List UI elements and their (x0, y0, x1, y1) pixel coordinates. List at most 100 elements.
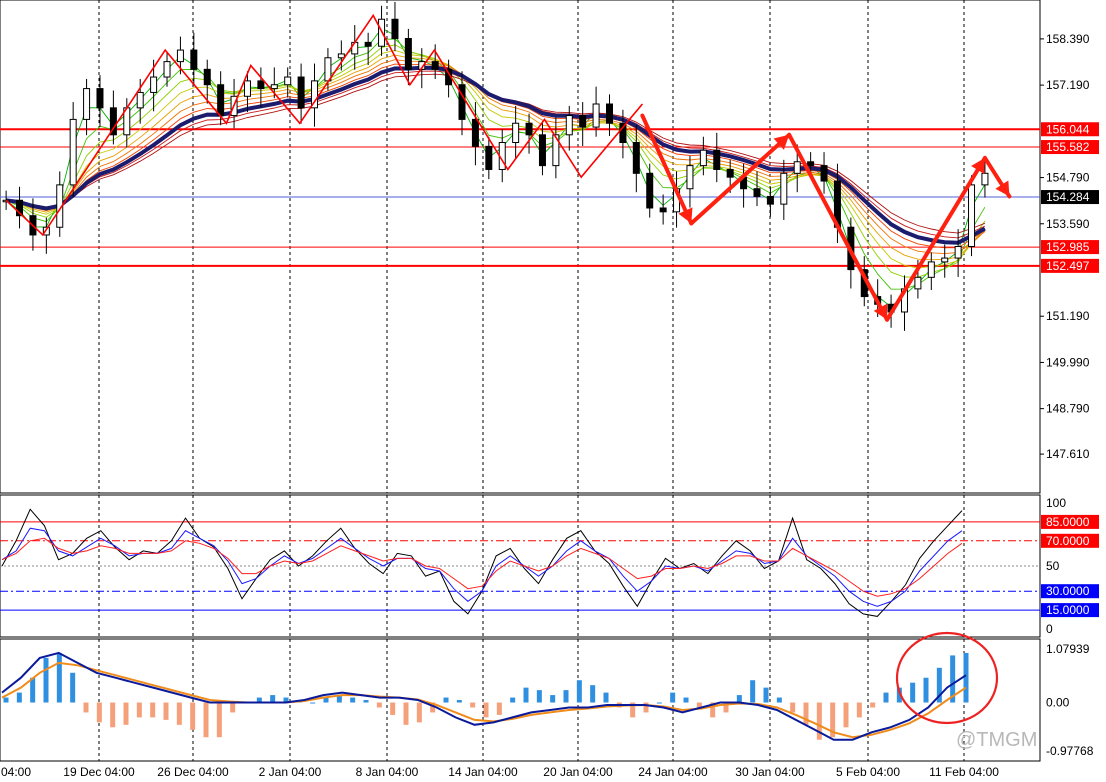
candle-body (404, 38, 412, 70)
candle-body (512, 122, 520, 144)
macd-histogram-bar (270, 695, 276, 703)
candle-body (981, 172, 989, 186)
macd-histogram-bar (776, 697, 782, 703)
candle-body (243, 80, 251, 97)
level-label: 155.582 (1046, 140, 1090, 154)
candle-body (364, 41, 372, 47)
macd-histogram-bar (16, 692, 22, 703)
macd-histogram-bar (843, 702, 849, 728)
macd-histogram-bar (363, 700, 369, 703)
macd-histogram-bar (176, 702, 182, 725)
x-tick-label: 24 Jan 04:00 (638, 765, 708, 779)
watermark: @TMGM (956, 729, 1037, 751)
candle-body (592, 103, 600, 128)
candle-body (807, 161, 815, 167)
candle-body (565, 115, 573, 136)
candle-body (646, 172, 654, 209)
stoch-level-label: 70.0000 (1046, 534, 1090, 548)
macd-histogram-bar (110, 702, 116, 728)
candle-body (190, 49, 198, 70)
macd-histogram-bar (70, 672, 76, 703)
macd-histogram-bar (923, 677, 929, 703)
macd-histogram-bar (390, 702, 396, 715)
level-label: 152.985 (1046, 240, 1090, 254)
macd-histogram-bar (456, 700, 462, 703)
price-panel[interactable] (0, 0, 1041, 494)
macd-histogram-bar (750, 680, 756, 703)
candle-body (579, 115, 587, 128)
macd-histogram-bar (910, 682, 916, 703)
time-axis: 04:00 19 Dec 04:00 26 Dec 04:00 2 Jan 04:00… (1, 765, 999, 779)
y-tick-label: 157.190 (1046, 78, 1090, 92)
macd-tick-label: -0.97768 (1046, 744, 1094, 758)
candle-body (686, 165, 694, 190)
macd-tick-label: 0.00 (1046, 696, 1070, 710)
candle-body (351, 41, 359, 55)
candle-body (726, 168, 734, 178)
macd-histogram-bar (683, 697, 689, 703)
candle-body (606, 103, 614, 124)
stoch-level-label: 15.0000 (1046, 603, 1090, 617)
macd-histogram-bar (350, 697, 356, 703)
macd-histogram-bar (576, 680, 582, 703)
x-tick-label: 5 Feb 04:00 (836, 765, 900, 779)
candle-body (753, 188, 761, 197)
macd-histogram-bar (443, 697, 449, 703)
macd-histogram-bar (510, 697, 516, 703)
macd-histogram-bar (163, 702, 169, 720)
x-tick-label: 20 Jan 04:00 (543, 765, 613, 779)
level-label: 152.497 (1046, 259, 1090, 273)
x-tick-label: 04:00 (1, 765, 31, 779)
macd-histogram-bar (470, 702, 476, 708)
x-tick-label: 26 Dec 04:00 (157, 765, 229, 779)
macd-histogram-bar (496, 702, 502, 715)
candle-body (136, 91, 144, 109)
candle-body (793, 161, 801, 174)
y-tick-label: 154.790 (1046, 171, 1090, 185)
candle-body (337, 53, 345, 59)
candle-body (69, 118, 77, 186)
trading-chart[interactable]: 156.044 155.582 154.284 152.985 152.497 158.… (0, 0, 1106, 782)
candle-body (203, 68, 211, 86)
level-label: 156.044 (1046, 122, 1090, 136)
candle-body (297, 76, 305, 109)
macd-histogram-bar (190, 702, 196, 730)
candle-body (485, 145, 493, 170)
candle-body (968, 184, 976, 247)
x-tick-label: 30 Jan 04:00 (735, 765, 805, 779)
x-tick-label: 14 Jan 04:00 (448, 765, 518, 779)
y-tick-label: 151.190 (1046, 309, 1090, 323)
macd-histogram-bar (870, 702, 876, 708)
macd-histogram-bar (56, 652, 62, 703)
candle-body (659, 207, 667, 213)
candle-body (458, 84, 466, 120)
macd-histogram-bar (83, 702, 89, 713)
candle-body (954, 246, 962, 259)
candle-body (324, 57, 332, 82)
macd-histogram-bar (3, 697, 9, 703)
macd-histogram-bar (483, 702, 489, 718)
macd-histogram-bar (416, 702, 422, 723)
candle-body (257, 80, 265, 90)
macd-histogram-bar (536, 690, 542, 703)
macd-histogram-bar (230, 702, 236, 713)
candle-body (927, 261, 935, 278)
candle-body (217, 84, 225, 117)
y-tick-label: 149.990 (1046, 355, 1090, 369)
candle-body (284, 76, 292, 86)
candle-body (820, 165, 828, 182)
candle-body (766, 195, 774, 205)
macd-histogram-bar (523, 687, 529, 703)
candle-body (632, 142, 640, 174)
candle-body (391, 18, 399, 40)
macd-histogram-bar (763, 687, 769, 703)
macd-histogram-bar (550, 695, 556, 703)
macd-histogram-bar (670, 692, 676, 703)
macd-histogram-bar (403, 702, 409, 725)
candle-body (176, 49, 184, 63)
macd-histogram-bar (310, 702, 316, 704)
y-tick-label: 148.790 (1046, 402, 1090, 416)
macd-histogram-bar (603, 692, 609, 703)
macd-histogram-bar (96, 702, 102, 723)
y-tick-label: 158.390 (1046, 32, 1090, 46)
